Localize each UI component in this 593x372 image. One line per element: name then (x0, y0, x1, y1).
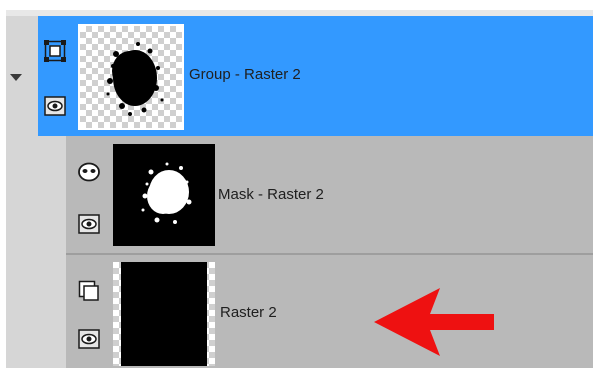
group-layer-icon (44, 40, 66, 62)
raster-thumbnail (113, 262, 215, 366)
raster-layer-icon (78, 280, 100, 302)
layer-name-mask[interactable]: Mask - Raster 2 (218, 186, 324, 203)
indent-strip (6, 136, 66, 368)
left-arrow-icon (374, 288, 494, 356)
mask-thumbnail (113, 144, 215, 246)
layer-name-raster[interactable]: Raster 2 (220, 304, 277, 321)
eye-icon[interactable] (78, 213, 100, 235)
mask-layer-icon (78, 161, 100, 183)
expand-collapse-icon[interactable] (10, 74, 22, 81)
layer-name-group[interactable]: Group - Raster 2 (189, 66, 301, 83)
eye-icon[interactable] (44, 95, 66, 117)
group-thumbnail (78, 24, 184, 130)
eye-icon[interactable] (78, 328, 100, 350)
